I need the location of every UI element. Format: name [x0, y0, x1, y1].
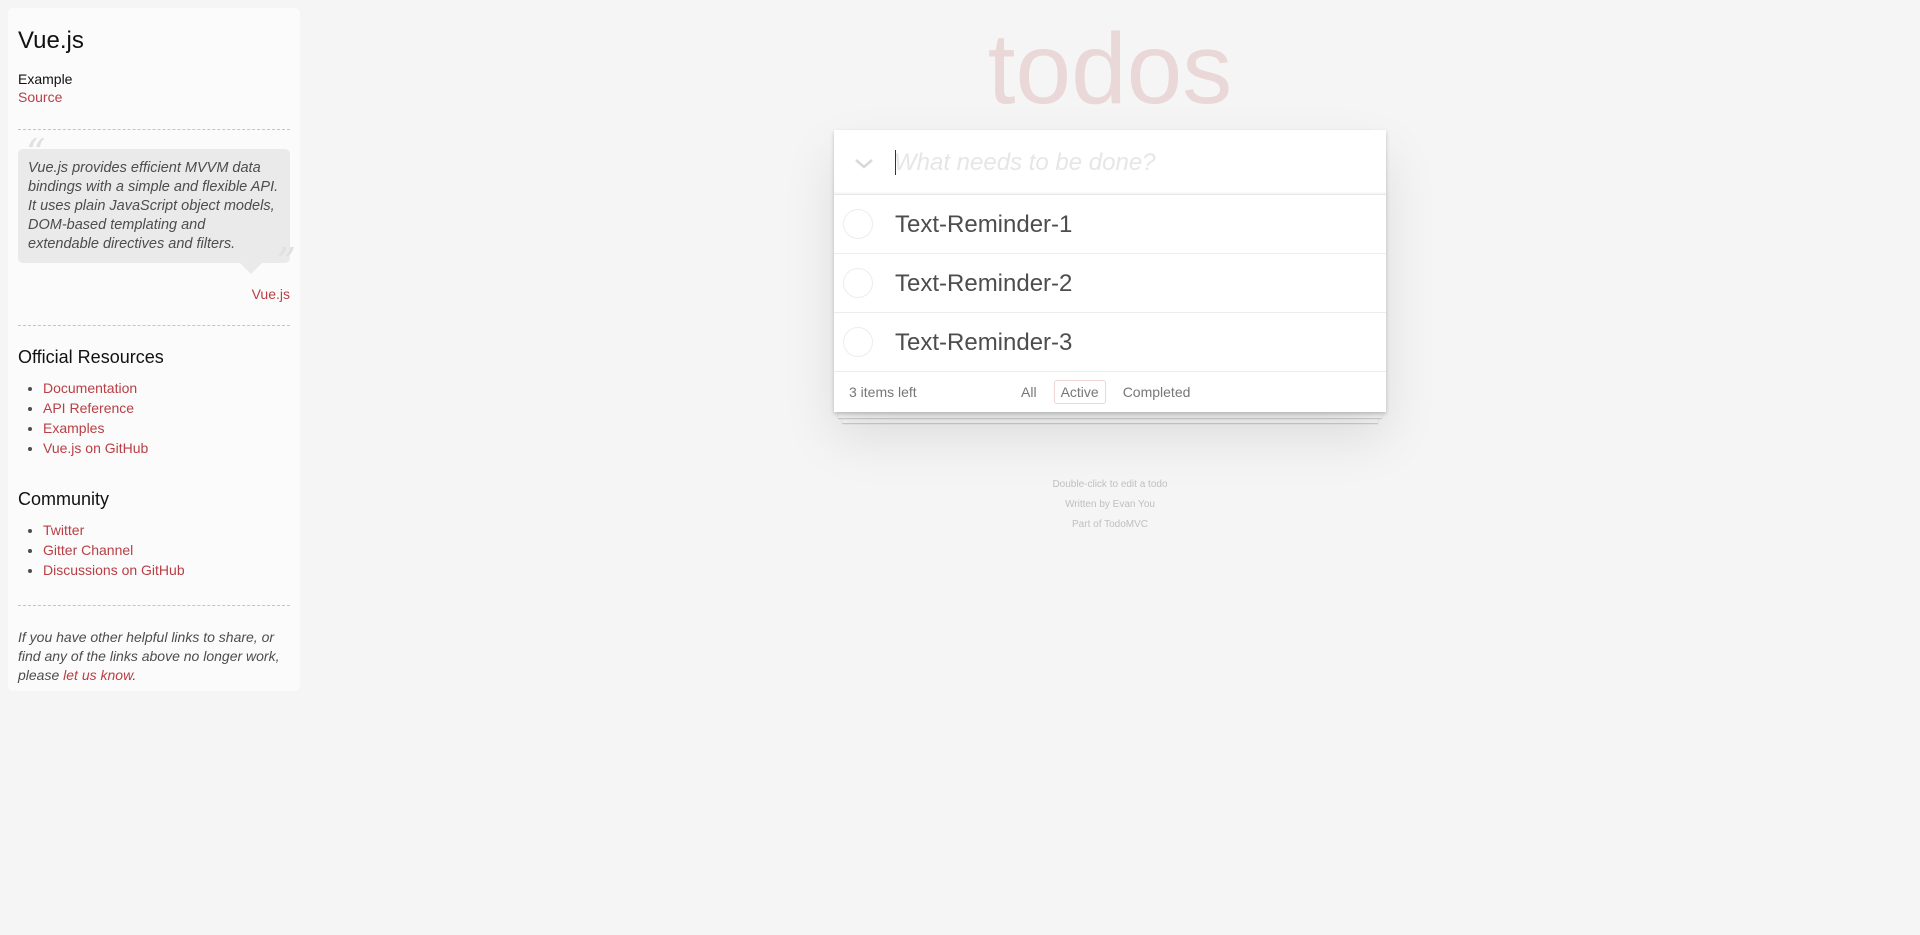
twitter-link[interactable]: Twitter — [43, 522, 84, 538]
feedback-note-text: If you have other helpful links to share… — [18, 629, 280, 683]
stacked-paper-decoration — [842, 418, 1378, 423]
info-footer: Double-click to edit a todo Written by E… — [834, 475, 1386, 535]
todo-label[interactable]: Text-Reminder-1 — [895, 195, 1072, 254]
let-us-know-link[interactable]: let us know — [63, 667, 132, 683]
examples-link[interactable]: Examples — [43, 420, 104, 436]
divider — [18, 325, 290, 326]
todo-label[interactable]: Text-Reminder-3 — [895, 313, 1072, 372]
todo-item: Text-Reminder-1 — [834, 195, 1386, 254]
todo-app: Text-Reminder-1 Text-Reminder-2 Text-Rem… — [834, 130, 1386, 412]
list-item: Discussions on GitHub — [43, 560, 290, 580]
close-quote-icon: ” — [276, 240, 296, 284]
filter-completed[interactable]: Completed — [1116, 380, 1198, 404]
todo-list: Text-Reminder-1 Text-Reminder-2 Text-Rem… — [834, 195, 1386, 372]
source-link[interactable]: Source — [18, 88, 62, 106]
toggle-checkbox[interactable] — [843, 268, 873, 298]
divider — [18, 605, 290, 606]
todo-item: Text-Reminder-2 — [834, 254, 1386, 313]
open-quote-icon: “ — [26, 131, 46, 175]
quote-footer-link[interactable]: Vue.js — [18, 285, 290, 303]
items-left-count: 3 items left — [849, 384, 917, 400]
feedback-note: If you have other helpful links to share… — [18, 628, 290, 685]
feedback-note-suffix: . — [132, 667, 137, 683]
text-cursor — [895, 150, 896, 175]
filters: All Active Completed — [1014, 380, 1197, 404]
discussions-link[interactable]: Discussions on GitHub — [43, 562, 185, 578]
list-item: Twitter — [43, 520, 290, 540]
list-item: Documentation — [43, 378, 290, 398]
quote-text: Vue.js provides efficient MVVM data bind… — [28, 160, 279, 252]
filter-all[interactable]: All — [1014, 380, 1044, 404]
todo-label[interactable]: Text-Reminder-2 — [895, 254, 1072, 313]
list-item: Examples — [43, 418, 290, 438]
todo-item: Text-Reminder-3 — [834, 313, 1386, 372]
toggle-checkbox[interactable] — [843, 209, 873, 239]
example-label: Example — [18, 71, 73, 87]
community-list: Twitter Gitter Channel Discussions on Gi… — [18, 520, 290, 580]
new-todo-row — [834, 130, 1386, 195]
toggle-checkbox[interactable] — [843, 327, 873, 357]
official-resources-list: Documentation API Reference Examples Vue… — [18, 378, 290, 458]
list-item: Gitter Channel — [43, 540, 290, 560]
new-todo-input[interactable] — [894, 130, 1374, 195]
community-title: Community — [18, 489, 110, 509]
api-reference-link[interactable]: API Reference — [43, 400, 134, 416]
list-item: Vue.js on GitHub — [43, 438, 290, 458]
info-author: Written by Evan You — [1065, 499, 1155, 510]
vue-github-link[interactable]: Vue.js on GitHub — [43, 440, 148, 456]
list-item: API Reference — [43, 398, 290, 418]
documentation-link[interactable]: Documentation — [43, 380, 137, 396]
quote: “ Vue.js provides efficient MVVM data bi… — [18, 133, 296, 282]
gitter-link[interactable]: Gitter Channel — [43, 542, 133, 558]
quote-tail — [240, 263, 262, 274]
sidebar: Vue.js Example Source “ Vue.js provides … — [8, 8, 300, 691]
divider — [18, 129, 290, 130]
official-resources-title: Official Resources — [18, 347, 164, 367]
sidebar-title: Vue.js — [18, 27, 84, 54]
info-todomvc: Part of TodoMVC — [1072, 519, 1148, 530]
chevron-down-icon — [854, 149, 874, 174]
info-edit-hint: Double-click to edit a todo — [1052, 479, 1168, 490]
toggle-all-button[interactable] — [846, 146, 882, 178]
app-title: todos — [987, 13, 1233, 125]
stacked-paper-decoration — [838, 413, 1382, 418]
filter-active[interactable]: Active — [1053, 380, 1106, 404]
todo-footer: 3 items left All Active Completed — [834, 372, 1386, 412]
